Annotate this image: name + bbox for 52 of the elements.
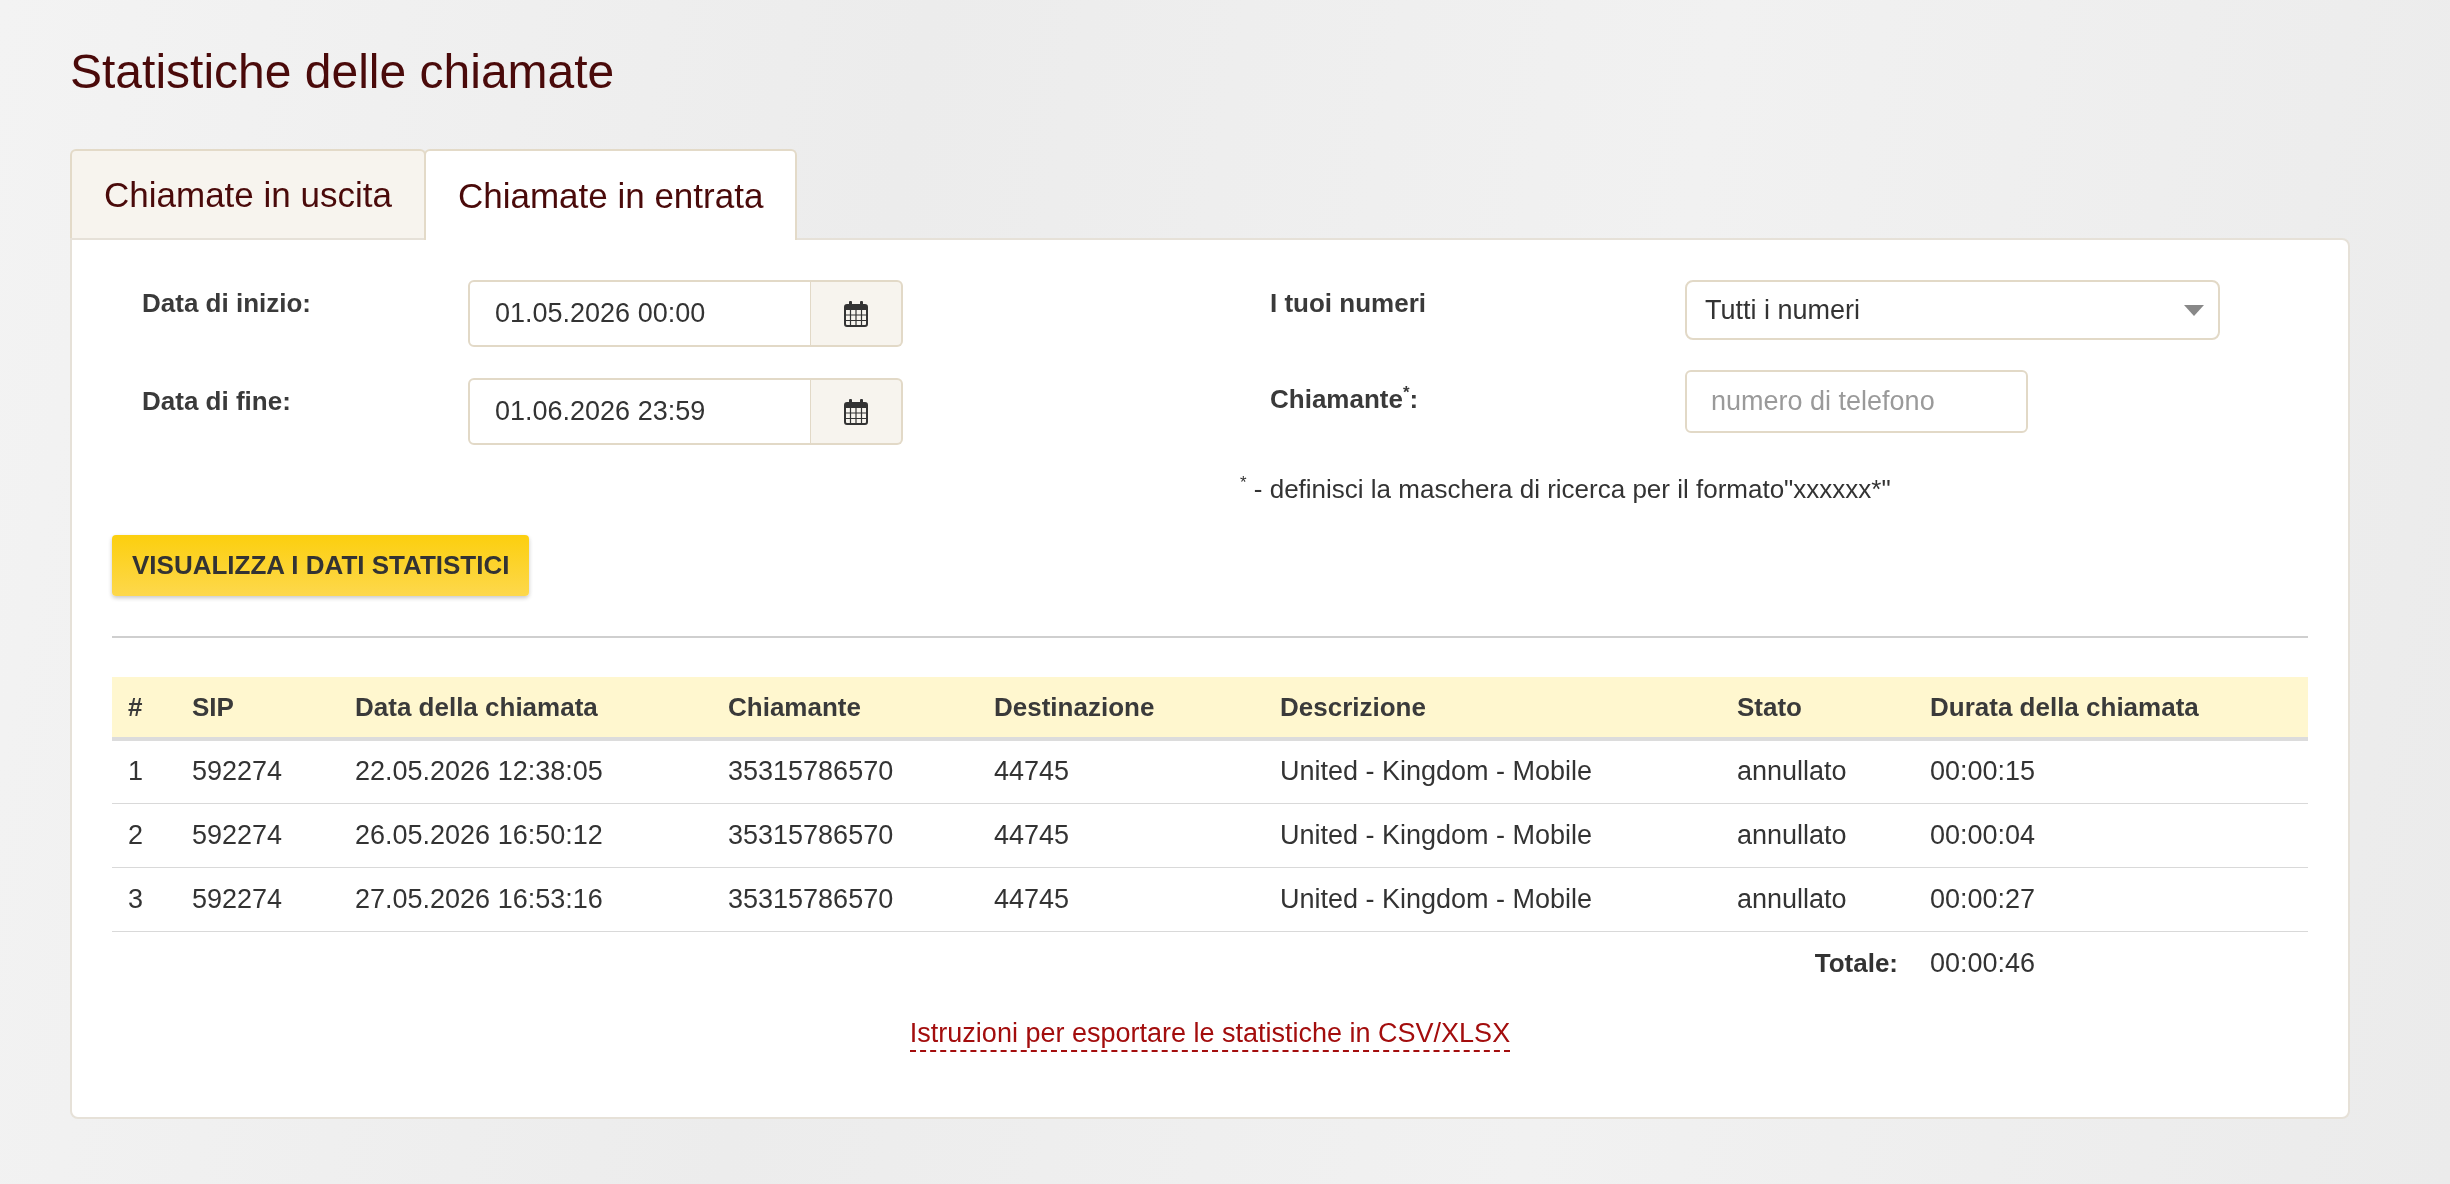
column-header: Descrizione	[1280, 691, 1426, 722]
table-cell: 27.05.2026 16:53:16	[355, 883, 603, 914]
calendar-button[interactable]	[811, 378, 903, 445]
total-value: 00:00:46	[1930, 948, 2036, 979]
table-cell: 44745	[994, 756, 1070, 787]
column-header: Stato	[1737, 691, 1802, 722]
table-cell: 22.05.2026 12:38:05	[355, 756, 603, 787]
start-date-field[interactable]: 01.05.2026 00:00	[468, 280, 811, 347]
end-date-field[interactable]: 01.06.2026 23:59	[468, 378, 811, 445]
calendar-icon	[844, 300, 868, 327]
table-cell: United - Kingdom - Mobile	[1280, 756, 1593, 787]
calendar-button[interactable]	[811, 280, 903, 347]
column-header: Chiamante	[728, 691, 861, 722]
table-cell: 26.05.2026 16:50:12	[355, 819, 603, 850]
search-mask-note: $^{*}$ - definisci la maschera di ricerca per il formato"xxxxxx*"	[1240, 472, 1891, 504]
table-cell: 592274	[192, 883, 283, 914]
column-header: Data della chiamata	[355, 691, 598, 722]
column-header: #	[128, 691, 143, 722]
table-cell: 44745	[994, 819, 1070, 850]
table-cell: 3	[128, 883, 144, 914]
table-cell: 1	[128, 756, 144, 787]
table-cell: 35315786570	[728, 756, 894, 787]
total-label: Totale:	[1814, 948, 1898, 979]
numbers-dropdown[interactable]: Tutti i numeri	[1685, 280, 2220, 340]
table-cell: 44745	[994, 883, 1070, 914]
table-cell: 35315786570	[728, 883, 894, 914]
table-cell: 592274	[192, 819, 283, 850]
column-header: Destinazione	[994, 691, 1155, 722]
table-cell: annullato	[1737, 883, 1847, 914]
tab[interactable]: Chiamate in entrata	[423, 149, 798, 240]
table-cell: 35315786570	[728, 819, 894, 850]
tab[interactable]: Chiamate in uscita	[70, 149, 426, 238]
field-label: Chiamante$^{*}$:	[1270, 382, 1419, 414]
table-cell: 2	[128, 819, 144, 850]
export-instructions-link[interactable]: Istruzioni per esportare le statistiche in CSV/XLSX	[909, 1018, 1511, 1052]
field-label: Data di inizio:	[142, 288, 311, 318]
table-cell: annullato	[1737, 756, 1847, 787]
table-cell: United - Kingdom - Mobile	[1280, 819, 1593, 850]
calendar-icon	[844, 398, 868, 425]
table-cell: United - Kingdom - Mobile	[1280, 883, 1593, 914]
show-statistics-button[interactable]: VISUALIZZA I DATI STATISTICI	[112, 535, 530, 596]
caret-icon	[2184, 304, 2204, 316]
table-cell: annullato	[1737, 819, 1847, 850]
field-label: Data di fine:	[142, 386, 291, 416]
column-header: SIP	[192, 691, 234, 722]
table-cell: 00:00:15	[1930, 756, 2036, 787]
table-cell: 00:00:04	[1930, 819, 2036, 850]
table-cell: 592274	[192, 756, 283, 787]
page-title: Statistiche delle chiamate	[70, 44, 615, 100]
field-label: I tuoi numeri	[1270, 288, 1426, 318]
table-cell: 00:00:27	[1930, 883, 2036, 914]
column-header: Durata della chiamata	[1930, 691, 2199, 722]
